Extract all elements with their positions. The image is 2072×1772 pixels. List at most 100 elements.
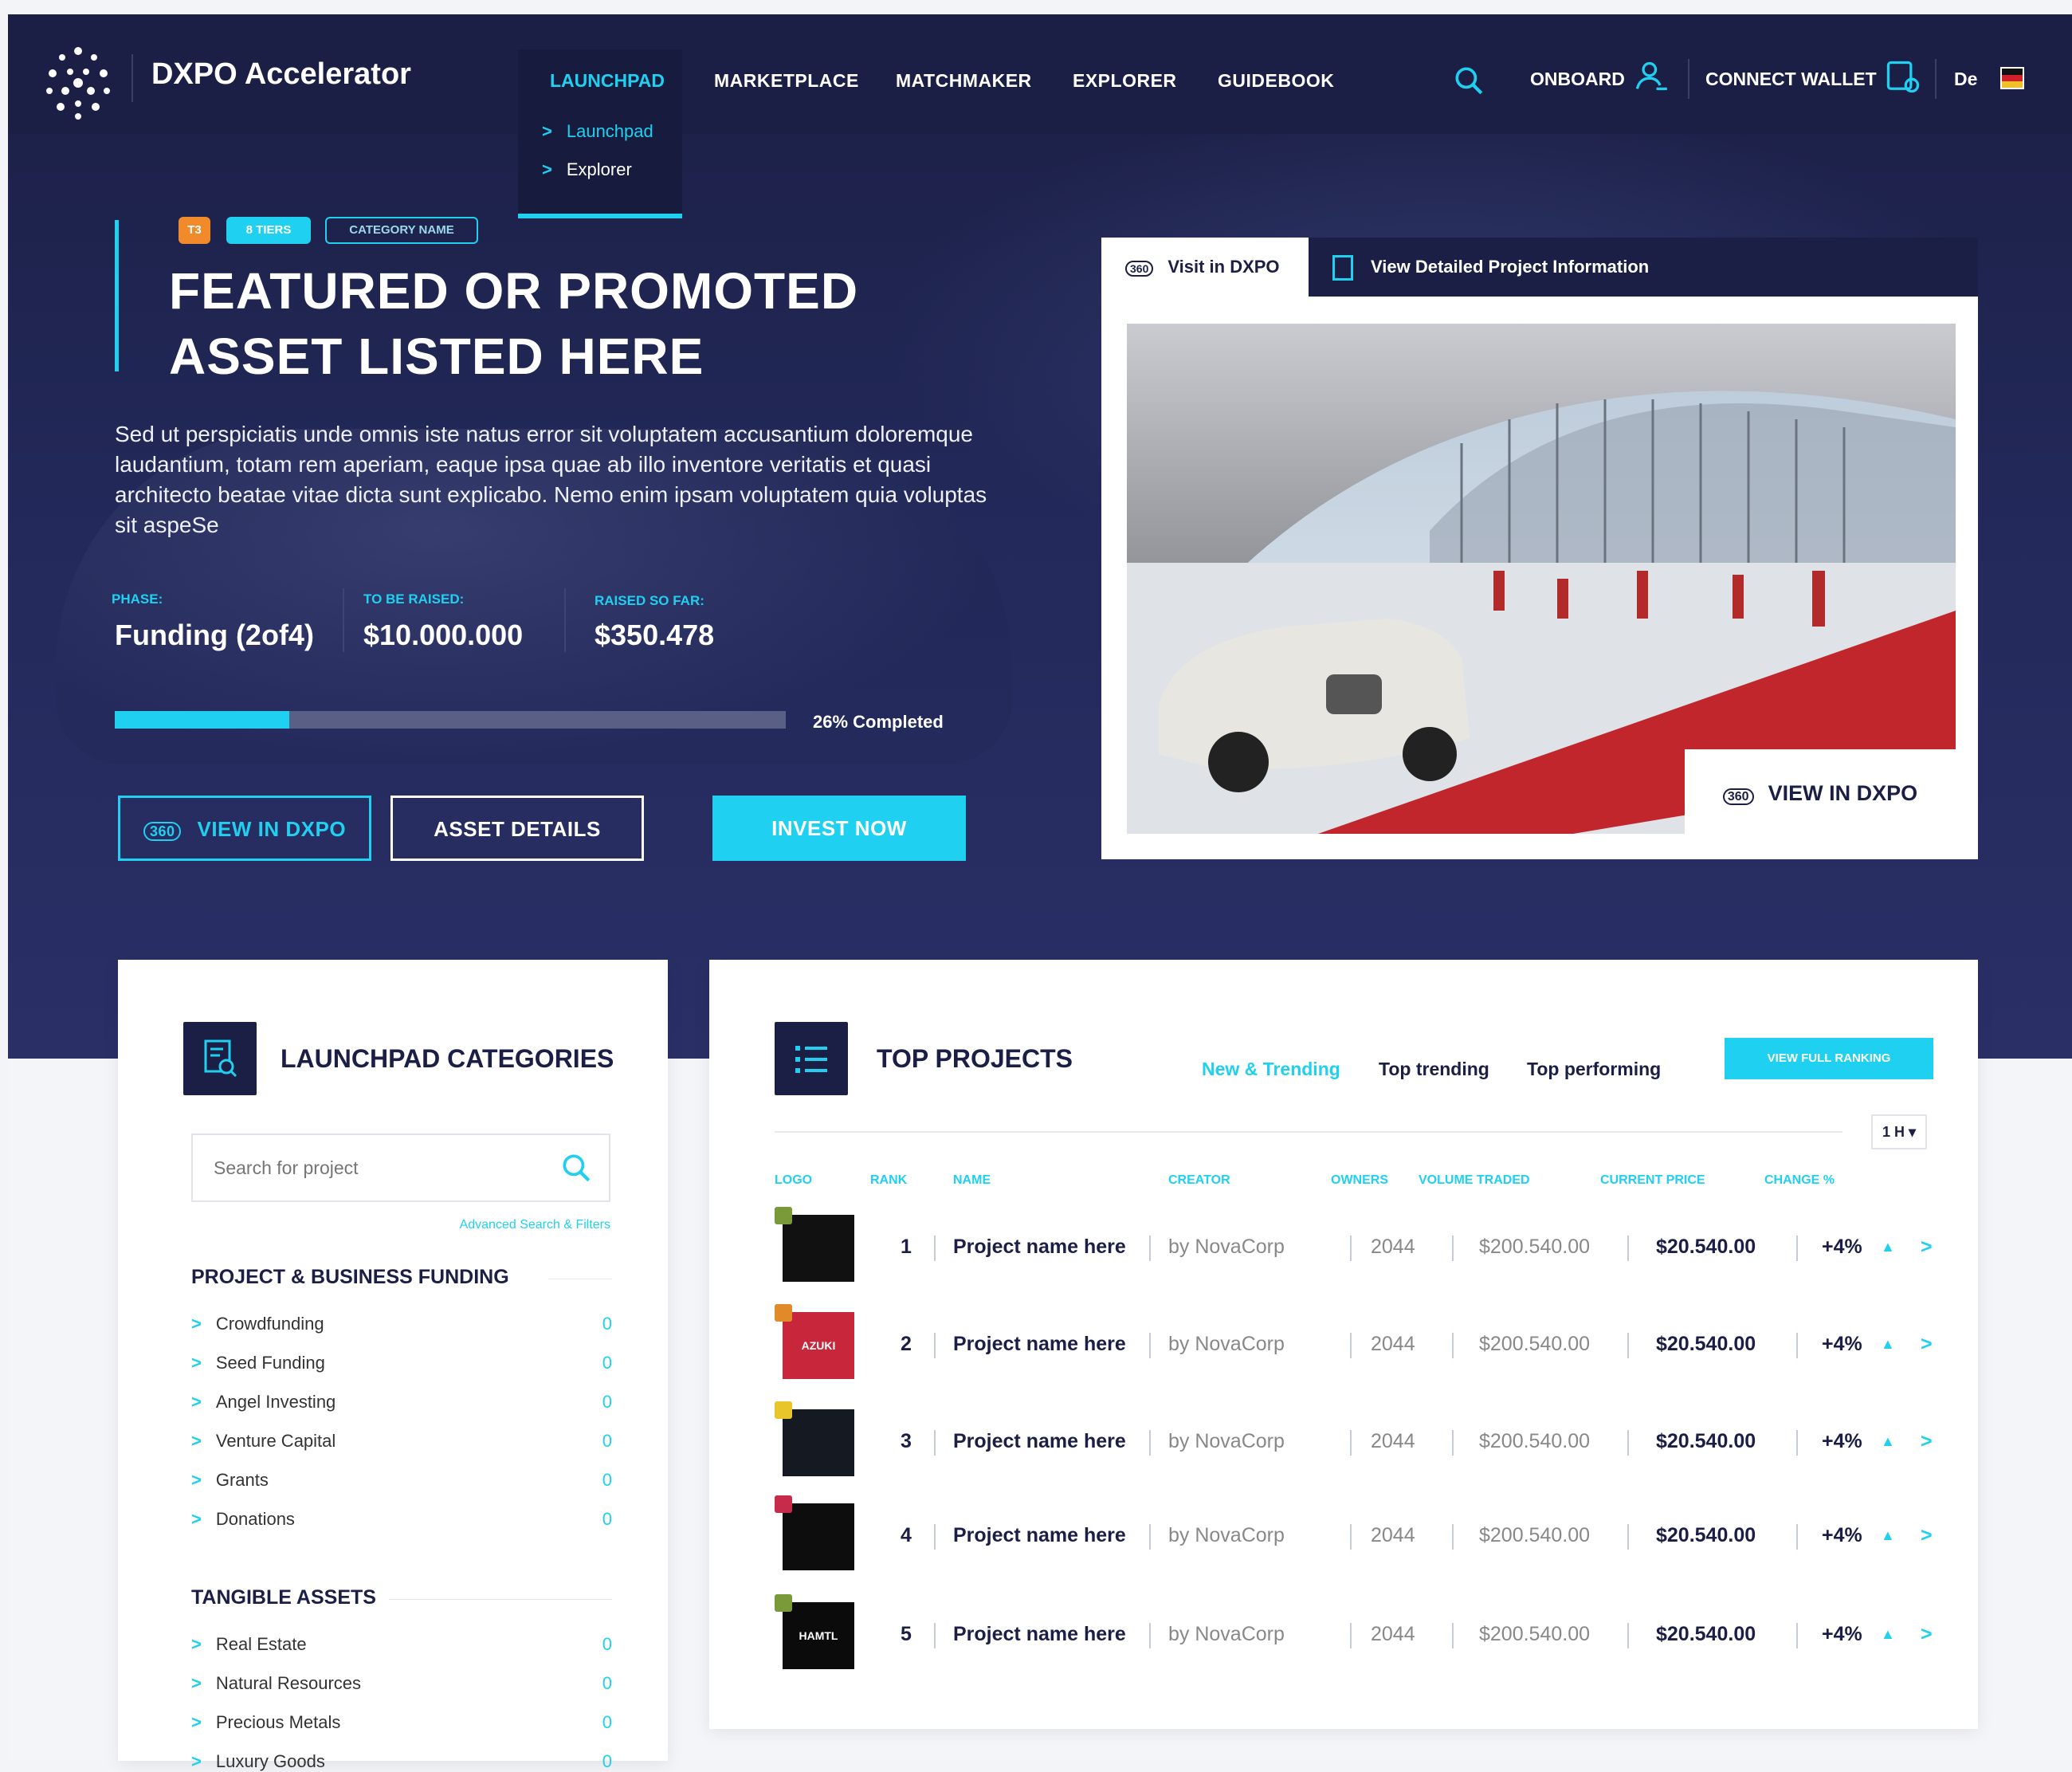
project-price: $20.540.00: [1656, 1524, 1756, 1546]
chevron-right-icon[interactable]: >: [1921, 1623, 1933, 1646]
tier-badge: [775, 1207, 792, 1224]
project-owners: 2044: [1371, 1430, 1415, 1452]
tab-top-trending[interactable]: Top trending: [1379, 1059, 1489, 1080]
view-in-dxpo-button[interactable]: 360 VIEW IN DXPO: [118, 796, 371, 861]
search-icon[interactable]: [1452, 64, 1485, 97]
category-label: Luxury Goods: [215, 1751, 325, 1771]
column-header[interactable]: CREATOR: [1168, 1173, 1230, 1188]
project-name[interactable]: Project name here: [953, 1623, 1126, 1646]
launchpad-dropdown: LAUNCHPAD > Launchpad > Explorer: [518, 49, 682, 218]
table-row[interactable]: 1 Project name here by NovaCorp 2044 $200.54…: [709, 1207, 1978, 1295]
project-name[interactable]: Project name here: [953, 1333, 1126, 1356]
project-logo[interactable]: [783, 1409, 854, 1476]
column-header[interactable]: OWNERS: [1331, 1173, 1388, 1188]
table-row[interactable]: AZUKI 2 Project name here by NovaCorp 2044 $2…: [709, 1304, 1978, 1392]
project-search-input[interactable]: [214, 1157, 532, 1179]
category-group-title: TANGIBLE ASSETS: [191, 1586, 376, 1609]
project-creator[interactable]: by NovaCorp: [1168, 1333, 1285, 1356]
search-icon[interactable]: [559, 1151, 593, 1185]
category-count: 0: [602, 1712, 612, 1732]
project-name[interactable]: Project name here: [953, 1430, 1126, 1453]
category-label: Donations: [215, 1509, 295, 1529]
raised-so-far-label: RAISED SO FAR:: [595, 593, 704, 608]
category-item[interactable]: > Natural Resources 0: [191, 1673, 612, 1694]
project-owners: 2044: [1371, 1236, 1415, 1258]
category-item[interactable]: > Donations 0: [191, 1509, 612, 1530]
asset-details-button[interactable]: ASSET DETAILS: [390, 796, 644, 861]
german-flag-icon[interactable]: [2000, 67, 2024, 89]
column-header[interactable]: CURRENT PRICE: [1600, 1173, 1705, 1188]
top-projects-panel: TOP PROJECTS New & Trending Top trending…: [709, 960, 1978, 1729]
category-item[interactable]: > Crowdfunding 0: [191, 1314, 612, 1334]
chevron-right-icon: >: [191, 1673, 202, 1693]
funding-progress-bar: [115, 711, 786, 729]
project-owners: 2044: [1371, 1333, 1415, 1355]
wallet-icon[interactable]: [1886, 57, 1921, 96]
project-logo[interactable]: HAMTL: [783, 1602, 854, 1669]
category-item[interactable]: > Luxury Goods 0: [191, 1751, 612, 1772]
nav-matchmaker[interactable]: MATCHMAKER: [896, 70, 1032, 92]
onboard-link[interactable]: ONBOARD: [1530, 69, 1625, 90]
category-item[interactable]: > Grants 0: [191, 1470, 612, 1491]
project-logo[interactable]: AZUKI: [783, 1312, 854, 1379]
category-count: 0: [602, 1353, 612, 1373]
category-item[interactable]: > Angel Investing 0: [191, 1392, 612, 1412]
interval-dropdown[interactable]: 1 H ▾: [1871, 1114, 1927, 1149]
column-header[interactable]: VOLUME TRADED: [1419, 1173, 1530, 1188]
chevron-right-icon[interactable]: >: [1921, 1524, 1933, 1547]
project-change: +4%: [1822, 1524, 1862, 1546]
360-icon: 360: [1125, 261, 1154, 277]
chevron-right-icon[interactable]: >: [1921, 1236, 1933, 1259]
project-price: $20.540.00: [1656, 1236, 1756, 1258]
category-tag[interactable]: CATEGORY NAME: [325, 217, 478, 244]
project-creator[interactable]: by NovaCorp: [1168, 1236, 1285, 1259]
project-change: +4%: [1822, 1623, 1862, 1645]
chevron-right-icon[interactable]: >: [1921, 1333, 1933, 1356]
user-onboard-icon[interactable]: [1634, 59, 1669, 94]
project-name[interactable]: Project name here: [953, 1236, 1126, 1259]
tab-top-performing[interactable]: Top performing: [1527, 1059, 1661, 1080]
project-creator[interactable]: by NovaCorp: [1168, 1430, 1285, 1453]
nav-launchpad[interactable]: LAUNCHPAD: [550, 70, 665, 92]
advanced-search-link[interactable]: Advanced Search & Filters: [460, 1218, 610, 1232]
connect-wallet-link[interactable]: CONNECT WALLET: [1705, 69, 1877, 90]
project-search-field[interactable]: [191, 1134, 610, 1202]
brand-name[interactable]: DXPO Accelerator: [151, 57, 411, 92]
column-header[interactable]: LOGO: [775, 1173, 812, 1188]
nav-explorer[interactable]: EXPLORER: [1073, 70, 1177, 92]
column-header[interactable]: NAME: [953, 1173, 991, 1188]
table-row[interactable]: 4 Project name here by NovaCorp 2044 $200.54…: [709, 1495, 1978, 1583]
category-item[interactable]: > Venture Capital 0: [191, 1431, 612, 1452]
table-row[interactable]: 3 Project name here by NovaCorp 2044 $200.54…: [709, 1401, 1978, 1489]
nav-guidebook[interactable]: GUIDEBOOK: [1218, 70, 1334, 92]
project-name[interactable]: Project name here: [953, 1524, 1126, 1547]
chevron-right-icon: >: [191, 1634, 202, 1654]
column-header[interactable]: CHANGE %: [1764, 1173, 1835, 1188]
invest-now-button[interactable]: INVEST NOW: [712, 796, 966, 861]
chevron-right-icon[interactable]: >: [1921, 1430, 1933, 1453]
project-creator[interactable]: by NovaCorp: [1168, 1524, 1285, 1547]
brand-logo-icon[interactable]: [38, 41, 118, 121]
category-item[interactable]: > Precious Metals 0: [191, 1712, 612, 1733]
view-full-ranking-button[interactable]: VIEW FULL RANKING: [1725, 1038, 1933, 1079]
project-logo[interactable]: [783, 1215, 854, 1282]
project-logo[interactable]: [783, 1503, 854, 1570]
categories-title: LAUNCHPAD CATEGORIES: [281, 1044, 614, 1073]
top-projects-title: TOP PROJECTS: [877, 1044, 1073, 1073]
category-item[interactable]: > Seed Funding 0: [191, 1353, 612, 1373]
category-item[interactable]: > Real Estate 0: [191, 1634, 612, 1655]
page: DXPO Accelerator MARKETPLACE MATCHMAKER …: [8, 14, 2072, 1771]
tab-new-trending[interactable]: New & Trending: [1202, 1059, 1340, 1080]
language-selector[interactable]: De: [1954, 69, 1977, 90]
nav-marketplace[interactable]: MARKETPLACE: [714, 70, 859, 92]
submenu-launchpad[interactable]: > Launchpad: [542, 121, 653, 142]
project-creator[interactable]: by NovaCorp: [1168, 1623, 1285, 1646]
project-volume: $200.540.00: [1479, 1524, 1591, 1546]
column-header[interactable]: RANK: [870, 1173, 907, 1188]
tab-visit-in-dxpo[interactable]: 360 Visit in DXPO: [1101, 238, 1309, 297]
table-row[interactable]: HAMTL 5 Project name here by NovaCorp 2044 $2…: [709, 1594, 1978, 1682]
tab-project-information[interactable]: View Detailed Project Information: [1332, 238, 1649, 297]
project-price: $20.540.00: [1656, 1623, 1756, 1645]
view-in-dxpo-overlay-button[interactable]: 360 VIEW IN DXPO: [1685, 749, 1956, 837]
submenu-explorer[interactable]: > Explorer: [542, 159, 632, 180]
